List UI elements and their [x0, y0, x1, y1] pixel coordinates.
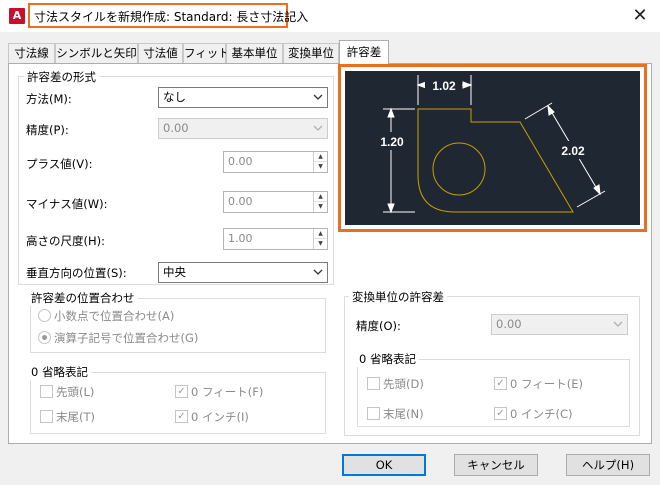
spin-down-icon[interactable]: ▼	[314, 202, 327, 212]
alt-unit-tolerance-label: 変換単位の許容差	[349, 289, 447, 305]
cancel-button[interactable]: キャンセル	[454, 454, 538, 476]
upper-value-label: プラス値(V):	[26, 157, 93, 171]
height-scale-value: 1.00	[228, 232, 253, 245]
tab-primary-units[interactable]: 基本単位	[226, 43, 283, 63]
tab-symbols-arrows[interactable]: シンボルと矢印	[55, 43, 138, 63]
align-operator-radio[interactable]	[38, 331, 51, 344]
alt-zero-suppression-label: 0 省略表記	[356, 351, 419, 367]
vertical-position-label: 垂直方向の位置(S):	[26, 266, 127, 280]
lower-value-stepper[interactable]: 0.00 ▲ ▼	[223, 191, 328, 213]
height-scale-label: 高さの尺度(H):	[26, 234, 105, 248]
autocad-app-icon: A	[9, 8, 25, 24]
alt-precision-label: 精度(O):	[356, 319, 401, 333]
precision-label: 精度(P):	[26, 123, 69, 137]
help-button[interactable]: ヘルプ(H)	[566, 454, 650, 476]
feet-label: 0 フィート(F)	[191, 385, 264, 399]
preview-shape	[417, 108, 574, 213]
alt-inches-checkbox[interactable]: ✓	[494, 407, 507, 420]
upper-value: 0.00	[228, 155, 253, 168]
preview-drawing: 1.02 1.20 2.02	[374, 75, 606, 214]
tolerance-format-label: 許容差の形式	[24, 69, 99, 85]
close-icon[interactable]: ✕	[628, 5, 652, 27]
height-scale-stepper[interactable]: 1.00 ▲ ▼	[223, 228, 328, 250]
preview-dim-left: 1.20	[380, 135, 404, 149]
tab-alternate-units[interactable]: 変換単位	[283, 43, 339, 63]
alt-precision-select[interactable]: 0.00	[491, 314, 628, 335]
tab-tolerances[interactable]: 許容差	[339, 40, 389, 64]
window-title: 寸法スタイルを新規作成: Standard: 長さ寸法記入	[34, 10, 309, 24]
inches-label: 0 インチ(I)	[191, 410, 249, 424]
tab-dimension-lines[interactable]: 寸法線	[8, 43, 55, 63]
vertical-position-select[interactable]: 中央	[158, 262, 328, 283]
tab-fit[interactable]: フィット	[183, 43, 230, 63]
spin-up-icon[interactable]: ▲	[314, 192, 327, 202]
chevron-down-icon	[613, 321, 623, 327]
precision-select[interactable]: 0.00	[158, 118, 328, 139]
ok-button[interactable]: OK	[342, 454, 426, 476]
spin-down-icon[interactable]: ▼	[314, 239, 327, 249]
leading-label: 先頭(L)	[56, 385, 95, 399]
leading-checkbox[interactable]	[40, 385, 53, 398]
chevron-down-icon	[313, 125, 323, 131]
method-value: なし	[163, 90, 186, 104]
alt-inches-label: 0 インチ(C)	[510, 407, 573, 421]
tab-text[interactable]: 寸法値	[138, 43, 183, 63]
trailing-checkbox[interactable]	[40, 410, 53, 423]
method-select[interactable]: なし	[158, 87, 328, 108]
precision-value: 0.00	[163, 121, 189, 135]
tolerance-alignment-label: 許容差の位置合わせ	[28, 290, 138, 306]
alt-precision-value: 0.00	[496, 317, 522, 331]
preview-dim-diagonal: 2.02	[561, 144, 585, 158]
feet-checkbox[interactable]: ✓	[175, 385, 188, 398]
spin-up-icon[interactable]: ▲	[314, 152, 327, 162]
alt-leading-label: 先頭(D)	[383, 377, 424, 391]
chevron-down-icon	[313, 269, 323, 275]
alt-feet-label: 0 フィート(E)	[510, 377, 583, 391]
chevron-down-icon	[313, 94, 323, 100]
alt-trailing-label: 末尾(N)	[383, 407, 424, 421]
inches-checkbox[interactable]: ✓	[175, 410, 188, 423]
spin-down-icon[interactable]: ▼	[314, 162, 327, 172]
dimension-preview: 1.02 1.20 2.02	[345, 71, 640, 225]
zero-suppression-label: 0 省略表記	[28, 364, 91, 380]
trailing-label: 末尾(T)	[56, 410, 95, 424]
alt-trailing-checkbox[interactable]	[367, 407, 380, 420]
align-decimal-radio[interactable]	[38, 309, 51, 322]
method-label: 方法(M):	[26, 92, 72, 106]
align-operator-label: 演算子記号で位置合わせ(G)	[54, 331, 199, 345]
align-decimal-label: 小数点で位置合わせ(A)	[54, 309, 175, 323]
preview-dim-top: 1.02	[432, 79, 456, 93]
alt-feet-checkbox[interactable]: ✓	[494, 377, 507, 390]
upper-value-stepper[interactable]: 0.00 ▲ ▼	[223, 151, 328, 173]
vertical-position-value: 中央	[163, 265, 186, 279]
alt-leading-checkbox[interactable]	[367, 377, 380, 390]
lower-value-label: マイナス値(W):	[26, 197, 108, 211]
lower-value: 0.00	[228, 195, 253, 208]
spin-up-icon[interactable]: ▲	[314, 229, 327, 239]
